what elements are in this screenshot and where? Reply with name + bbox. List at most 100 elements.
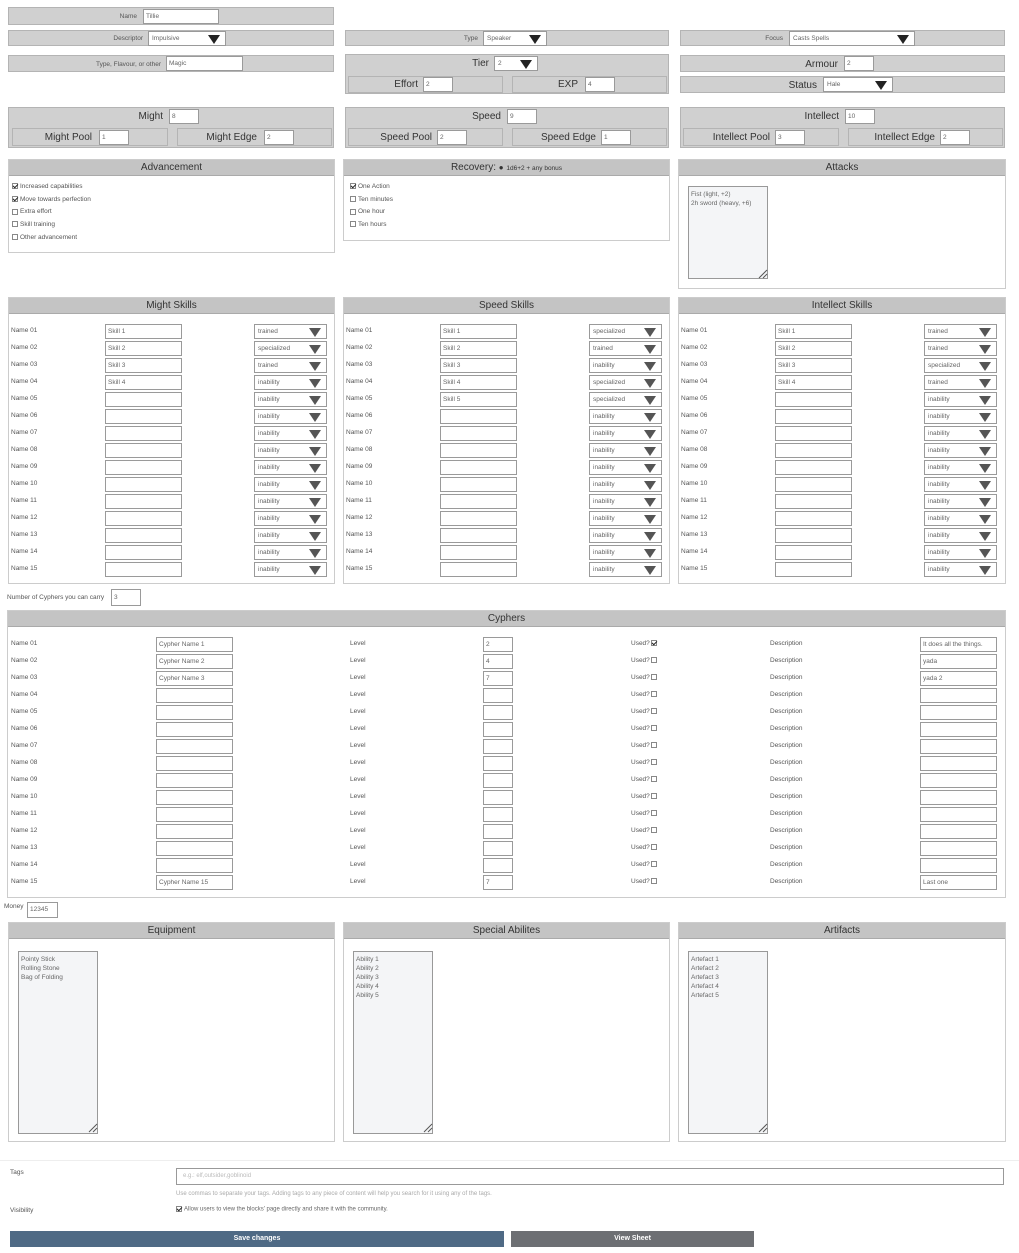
checkbox[interactable]: [12, 221, 18, 228]
cypher-description-input[interactable]: [920, 688, 997, 703]
pool-input[interactable]: 1: [99, 130, 129, 145]
cypher-description-input[interactable]: [920, 756, 997, 771]
recovery-item[interactable]: One Action: [350, 181, 663, 194]
skill-input[interactable]: [775, 528, 852, 543]
cypher-used-checkbox[interactable]: [650, 691, 657, 698]
skill-input[interactable]: [440, 494, 517, 509]
cypher-used-checkbox[interactable]: [650, 674, 657, 681]
skill-input[interactable]: [105, 409, 182, 424]
skill-level-select[interactable]: inability: [924, 443, 997, 458]
cypher-name-input[interactable]: [156, 807, 233, 822]
cypher-name-input[interactable]: Cypher Name 1: [156, 637, 233, 652]
skill-level-select[interactable]: inability: [924, 426, 997, 441]
cypher-description-input[interactable]: It does all the things.: [920, 637, 997, 652]
resize-grip-icon[interactable]: [757, 1122, 768, 1133]
focus-select[interactable]: Casts Spells: [789, 31, 915, 46]
cypher-used-checkbox[interactable]: [650, 742, 657, 749]
cypher-used-checkbox[interactable]: [650, 657, 657, 664]
cypher-description-input[interactable]: [920, 705, 997, 720]
cypher-used[interactable]: Used?: [631, 861, 659, 868]
cypher-level-input[interactable]: 7: [483, 875, 513, 890]
skill-input[interactable]: Skill 1: [775, 324, 852, 339]
cypher-description-input[interactable]: [920, 858, 997, 873]
cypher-name-input[interactable]: [156, 790, 233, 805]
skill-input[interactable]: [775, 562, 852, 577]
skill-input[interactable]: Skill 2: [440, 341, 517, 356]
cypher-used-checkbox[interactable]: [650, 708, 657, 715]
skill-input[interactable]: [105, 392, 182, 407]
skill-input[interactable]: [775, 494, 852, 509]
advancement-item[interactable]: Skill training: [12, 219, 331, 232]
skill-level-select[interactable]: inability: [589, 562, 662, 577]
skill-input[interactable]: [440, 443, 517, 458]
skill-input[interactable]: [775, 477, 852, 492]
skill-level-select[interactable]: inability: [254, 477, 327, 492]
cypher-name-input[interactable]: [156, 824, 233, 839]
type-select[interactable]: Speaker: [483, 31, 547, 46]
skill-level-select[interactable]: trained: [924, 375, 997, 390]
flavour-input[interactable]: Magic: [166, 56, 243, 71]
cypher-level-input[interactable]: [483, 688, 513, 703]
cypher-used[interactable]: Used?: [631, 657, 659, 664]
cypher-level-input[interactable]: [483, 841, 513, 856]
skill-level-select[interactable]: inability: [589, 409, 662, 424]
cypher-description-input[interactable]: [920, 824, 997, 839]
skill-level-select[interactable]: trained: [254, 358, 327, 373]
skill-level-select[interactable]: specialized: [924, 358, 997, 373]
cypher-used-checkbox[interactable]: [650, 640, 657, 647]
skill-input[interactable]: [105, 562, 182, 577]
cypher-level-input[interactable]: [483, 807, 513, 822]
skill-level-select[interactable]: inability: [924, 528, 997, 543]
cypher-name-input[interactable]: Cypher Name 2: [156, 654, 233, 669]
skill-level-select[interactable]: inability: [254, 426, 327, 441]
cypher-used-checkbox[interactable]: [650, 844, 657, 851]
cypher-name-input[interactable]: [156, 841, 233, 856]
skill-level-select[interactable]: inability: [254, 545, 327, 560]
cypher-used[interactable]: Used?: [631, 810, 659, 817]
cypher-used-checkbox[interactable]: [650, 861, 657, 868]
cypher-name-input[interactable]: [156, 756, 233, 771]
cypher-used[interactable]: Used?: [631, 742, 659, 749]
recovery-item[interactable]: Ten hours: [350, 219, 663, 232]
skill-input[interactable]: Skill 2: [775, 341, 852, 356]
cypher-used-checkbox[interactable]: [650, 810, 657, 817]
cypher-used[interactable]: Used?: [631, 691, 659, 698]
skill-level-select[interactable]: inability: [589, 528, 662, 543]
attacks-textarea[interactable]: Fist (light, +2) 2h sword (heavy, +6): [688, 186, 768, 279]
skill-input[interactable]: [105, 494, 182, 509]
cypher-used[interactable]: Used?: [631, 759, 659, 766]
cypher-used[interactable]: Used?: [631, 674, 659, 681]
cypher-level-input[interactable]: 2: [483, 637, 513, 652]
skill-level-select[interactable]: specialized: [254, 341, 327, 356]
skill-level-select[interactable]: specialized: [589, 324, 662, 339]
cypher-name-input[interactable]: [156, 705, 233, 720]
pool-input[interactable]: 3: [775, 130, 805, 145]
skill-input[interactable]: [440, 511, 517, 526]
cypher-name-input[interactable]: [156, 858, 233, 873]
skill-level-select[interactable]: specialized: [589, 375, 662, 390]
advancement-item[interactable]: Extra effort: [12, 206, 331, 219]
skill-level-select[interactable]: inability: [924, 477, 997, 492]
cypher-level-input[interactable]: 4: [483, 654, 513, 669]
advancement-item[interactable]: Other advancement: [12, 232, 331, 245]
skill-input[interactable]: Skill 1: [105, 324, 182, 339]
skill-level-select[interactable]: inability: [254, 409, 327, 424]
cypher-level-input[interactable]: [483, 756, 513, 771]
skill-level-select[interactable]: inability: [589, 460, 662, 475]
status-select[interactable]: Hale: [823, 77, 893, 92]
cypher-used-checkbox[interactable]: [650, 793, 657, 800]
cypher-name-input[interactable]: Cypher Name 15: [156, 875, 233, 890]
cypher-name-input[interactable]: [156, 688, 233, 703]
skill-level-select[interactable]: inability: [924, 545, 997, 560]
edge-input[interactable]: 2: [264, 130, 294, 145]
cypher-level-input[interactable]: [483, 739, 513, 754]
descriptor-select[interactable]: Impulsive: [148, 31, 226, 46]
visibility-option[interactable]: Allow users to view the blocks' page dir…: [176, 1206, 388, 1213]
cypher-used[interactable]: Used?: [631, 844, 659, 851]
stat-value-input[interactable]: 8: [169, 109, 199, 124]
cypher-carry-input[interactable]: 3: [111, 589, 141, 606]
skill-input[interactable]: [105, 460, 182, 475]
cypher-used-checkbox[interactable]: [650, 725, 657, 732]
skill-input[interactable]: [775, 426, 852, 441]
armour-input[interactable]: 2: [844, 56, 874, 71]
